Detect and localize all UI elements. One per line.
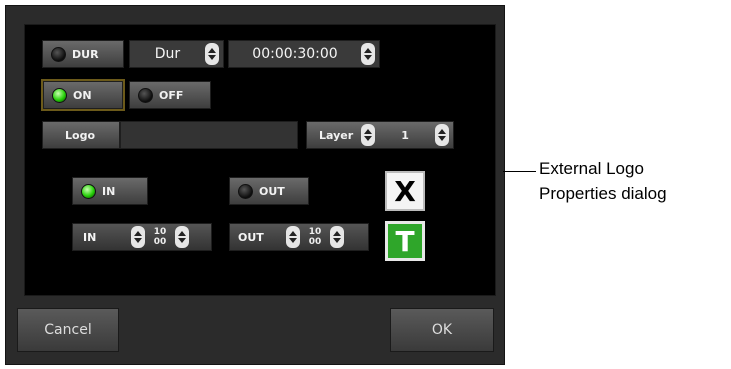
out-time-field[interactable]: OUT 10 00 (229, 223, 369, 251)
properties-panel: DUR Dur 00:00:30:00 ON OFF Logo Layer 1 … (24, 24, 496, 296)
out-time-up-spinner-icon[interactable] (330, 226, 344, 248)
out-time-top: 10 (308, 227, 322, 237)
in-time-bottom: 00 (153, 237, 167, 247)
duration-value: 00:00:30:00 (252, 46, 338, 62)
ok-button[interactable]: OK (390, 308, 494, 352)
logo-button[interactable]: Logo (42, 121, 120, 149)
on-led-icon (52, 87, 67, 103)
duration-spinner-icon[interactable] (361, 43, 375, 65)
out-toggle-label: OUT (259, 184, 285, 198)
layer-label: Layer (319, 128, 354, 142)
callout-line (503, 171, 536, 172)
in-time-down-spinner-icon[interactable] (131, 226, 145, 248)
external-logo-properties-dialog: DUR Dur 00:00:30:00 ON OFF Logo Layer 1 … (5, 5, 505, 365)
duration-mode-selector[interactable]: Dur (129, 40, 224, 68)
on-button[interactable]: ON (41, 79, 125, 111)
in-time-label: IN (83, 230, 97, 244)
layer-control[interactable]: Layer 1 (306, 121, 454, 149)
on-button-label: ON (73, 88, 92, 102)
layer-value: 1 (401, 128, 409, 142)
out-time-label: OUT (238, 230, 264, 244)
t-glyph: T (395, 224, 415, 258)
in-time-up-spinner-icon[interactable] (175, 226, 189, 248)
off-led-icon (138, 87, 153, 103)
x-glyph: X (394, 174, 416, 208)
cancel-button[interactable]: Cancel (17, 308, 119, 352)
off-button[interactable]: OFF (129, 81, 211, 109)
duration-mode-value: Dur (154, 46, 181, 62)
in-toggle-label: IN (102, 184, 116, 198)
out-time-down-spinner-icon[interactable] (286, 226, 300, 248)
callout-line-2: Properties dialog (539, 184, 667, 203)
off-button-label: OFF (159, 88, 184, 102)
text-t-icon[interactable]: T (385, 221, 425, 261)
out-time-bottom: 00 (308, 237, 322, 247)
layer-up-spinner-icon[interactable] (435, 124, 449, 146)
duration-mode-spinner-icon[interactable] (205, 43, 219, 65)
logo-button-label: Logo (65, 128, 95, 142)
in-time-field[interactable]: IN 10 00 (72, 223, 212, 251)
out-time-values: 10 00 (306, 227, 324, 247)
in-time-values: 10 00 (151, 227, 169, 247)
in-led-icon (81, 183, 96, 199)
logo-name-field[interactable] (120, 121, 298, 149)
duration-field[interactable]: 00:00:30:00 (228, 40, 380, 68)
cancel-button-label: Cancel (44, 322, 92, 338)
dur-toggle-button[interactable]: DUR (42, 40, 124, 68)
dur-toggle-label: DUR (72, 47, 99, 61)
layer-down-spinner-icon[interactable] (361, 124, 376, 146)
in-time-top: 10 (153, 227, 167, 237)
in-toggle-button[interactable]: IN (72, 177, 148, 205)
out-toggle-button[interactable]: OUT (229, 177, 309, 205)
callout-line-1: External Logo (539, 159, 644, 178)
out-led-icon (238, 183, 253, 199)
dur-led-icon (51, 46, 66, 62)
clear-x-icon[interactable]: X (385, 171, 425, 211)
callout-label: External Logo Properties dialog (539, 156, 667, 206)
ok-button-label: OK (431, 322, 453, 338)
